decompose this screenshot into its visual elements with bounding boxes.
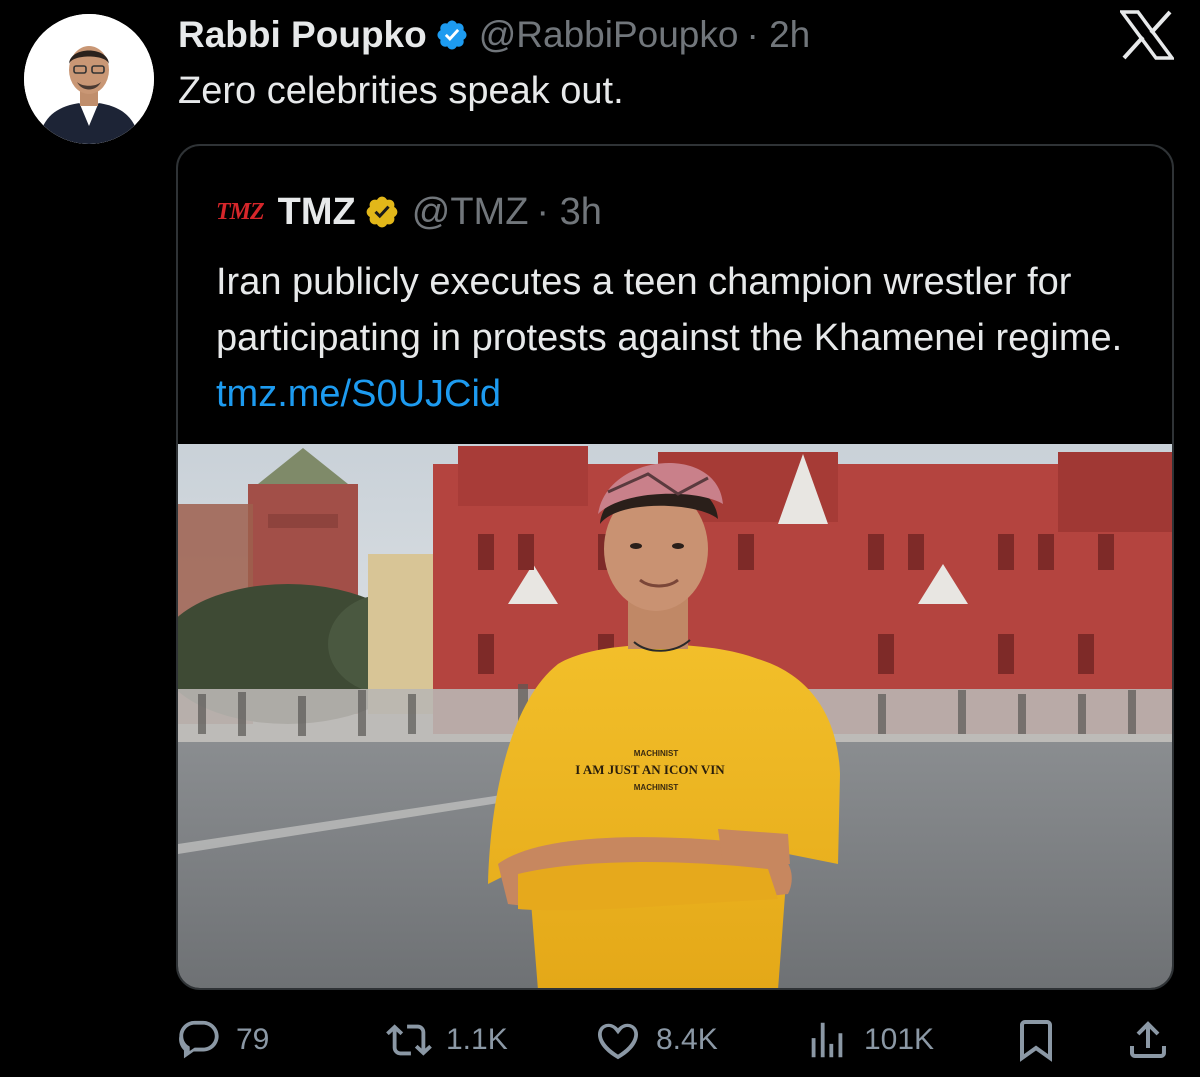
shirt-text-line: I AM JUST AN ICON VIN xyxy=(575,762,725,777)
share-icon xyxy=(1130,1021,1166,1058)
bookmark-icon xyxy=(1020,1020,1052,1062)
repost-icon xyxy=(386,1024,432,1056)
author-name[interactable]: Rabbi Poupko xyxy=(178,14,427,56)
quoted-author-name[interactable]: TMZ xyxy=(278,191,356,234)
quoted-tweet-card[interactable]: TMZ TMZ @TMZ · 3h Iran publicly executes… xyxy=(176,144,1174,990)
share-button[interactable] xyxy=(1124,1012,1172,1068)
like-button[interactable]: 8.4K xyxy=(594,1012,718,1068)
quoted-tweet-link[interactable]: tmz.me/S0UJCid xyxy=(216,373,501,415)
shirt-brand-bottom: MACHINIST xyxy=(634,783,679,792)
views-icon xyxy=(811,1022,843,1058)
reply-icon xyxy=(179,1020,219,1059)
x-logo-icon[interactable] xyxy=(1118,10,1176,60)
author-avatar[interactable] xyxy=(24,14,154,144)
views-button[interactable]: 101K xyxy=(804,1012,934,1068)
shirt-brand-top: MACHINIST xyxy=(634,749,679,758)
reply-count: 79 xyxy=(236,1023,270,1056)
repost-button[interactable]: 1.1K xyxy=(386,1012,508,1068)
tweet-time[interactable]: · 2h xyxy=(746,14,810,56)
photo-illustration: MACHINIST I AM JUST AN ICON VIN MACHINIS… xyxy=(178,444,1172,988)
quoted-tweet-time[interactable]: · 3h xyxy=(536,191,601,234)
quoted-tweet-body: Iran publicly executes a teen champion w… xyxy=(216,261,1123,359)
verified-badge-icon xyxy=(364,194,400,230)
reply-button[interactable]: 79 xyxy=(176,1012,269,1068)
tmz-logo: TMZ xyxy=(216,198,265,225)
repost-count: 1.1K xyxy=(446,1023,508,1056)
avatar-image xyxy=(24,14,154,144)
bookmark-button[interactable] xyxy=(1012,1012,1060,1068)
quoted-tweet-text: Iran publicly executes a teen champion w… xyxy=(216,254,1156,422)
like-count: 8.4K xyxy=(656,1023,718,1056)
tweet-action-bar: 79 1.1K 8.4K 101K xyxy=(0,1012,1200,1068)
quoted-author-handle[interactable]: @TMZ xyxy=(412,191,529,234)
quoted-tweet-image[interactable]: MACHINIST I AM JUST AN ICON VIN MACHINIS… xyxy=(178,444,1172,988)
author-handle[interactable]: @RabbiPoupko xyxy=(479,14,739,56)
verified-badge-icon xyxy=(435,18,469,52)
views-count: 101K xyxy=(864,1023,935,1056)
heart-icon xyxy=(597,1023,639,1060)
tweet-header: Rabbi Poupko @RabbiPoupko · 2h xyxy=(178,12,810,58)
quoted-tweet-header: TMZ TMZ @TMZ · 3h xyxy=(216,190,602,234)
tweet-text: Zero celebrities speak out. xyxy=(178,70,624,112)
